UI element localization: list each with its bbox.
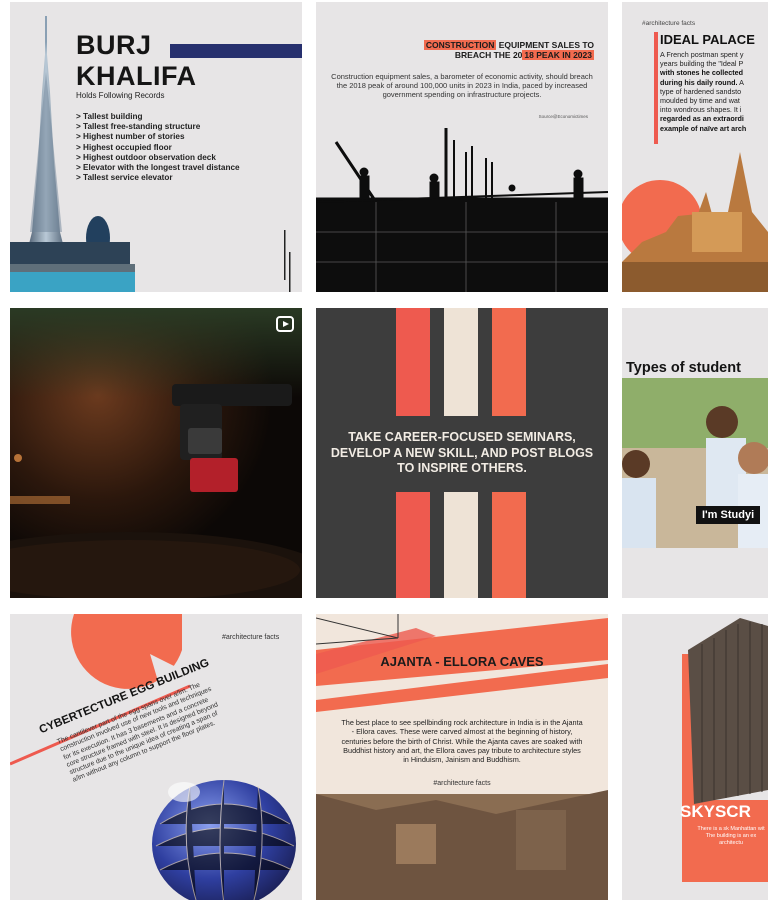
accent-bar — [654, 32, 658, 144]
list-item: > Tallest free-standing structure — [76, 122, 201, 132]
palace-image — [622, 152, 768, 292]
students-post[interactable]: Types of student I'm Studyi — [622, 308, 768, 598]
stripe-bottom-1 — [396, 492, 430, 598]
stripe-top-1 — [396, 308, 430, 416]
skyscraper-body: There is a sk Manhattan wit The building… — [697, 826, 765, 846]
stripe-top-2 — [444, 308, 478, 416]
ideal-palace-title: IDEAL PALACE — [660, 32, 755, 47]
career-post[interactable]: TAKE CAREER-FOCUSED SEMINARS, DEVELOP A … — [316, 308, 608, 598]
turntable-image — [10, 308, 302, 598]
list-item: > Tallest building — [76, 112, 143, 121]
students-caption: I'm Studyi — [696, 506, 761, 524]
list-item: > Tallest service elevator — [76, 173, 173, 183]
ajanta-body: The best place to see spellbinding rock … — [341, 718, 583, 765]
stripe-top-3 — [492, 308, 526, 416]
construction-silhouette — [316, 128, 608, 292]
hashtag: #architecture facts — [642, 20, 696, 27]
ideal-palace-body: A French postman spent y years building … — [660, 50, 747, 133]
skyscraper-title: SKYSCR — [680, 802, 751, 821]
burj-khalifa-post[interactable]: BURJ KHALIFA Holds Following Records > T… — [10, 2, 302, 292]
ajanta-post[interactable]: AJANTA - ELLORA CAVES The best place to … — [316, 614, 608, 900]
cybertecture-post[interactable]: #architecture facts CYBERTECTURE EGG BUI… — [10, 614, 302, 900]
stripe-bottom-3 — [492, 492, 526, 598]
skyscraper-post[interactable]: SKYSCR There is a sk Manhattan wit The b… — [622, 614, 768, 900]
ajanta-title: AJANTA - ELLORA CAVES — [380, 654, 544, 669]
turntable-reel[interactable] — [10, 308, 302, 598]
ideal-palace-post[interactable]: #architecture facts IDEAL PALACE A Frenc… — [622, 2, 768, 292]
skyscraper-graphics — [682, 618, 768, 882]
list-item: > Elevator with the longest travel dista… — [76, 163, 240, 173]
burj-title: BURJ KHALIFA — [76, 30, 197, 91]
list-item: > Highest occupied floor — [76, 142, 172, 152]
stripe-bottom-2 — [444, 492, 478, 598]
burj-subtitle: Holds Following Records — [76, 91, 165, 100]
career-text: TAKE CAREER-FOCUSED SEMINARS, DEVELOP A … — [330, 430, 594, 475]
list-item: > Highest number of stories — [76, 132, 185, 142]
construction-post[interactable]: CONSTRUCTION EQUIPMENT SALES TO BREACH T… — [316, 2, 608, 292]
reel-icon[interactable] — [276, 316, 294, 332]
list-item: > Highest outdoor observation deck — [76, 152, 216, 162]
students-title: Types of student — [626, 360, 741, 376]
records-list: > Tallest building > Tallest free-standi… — [76, 112, 240, 183]
hashtag: #architecture facts — [433, 780, 491, 787]
